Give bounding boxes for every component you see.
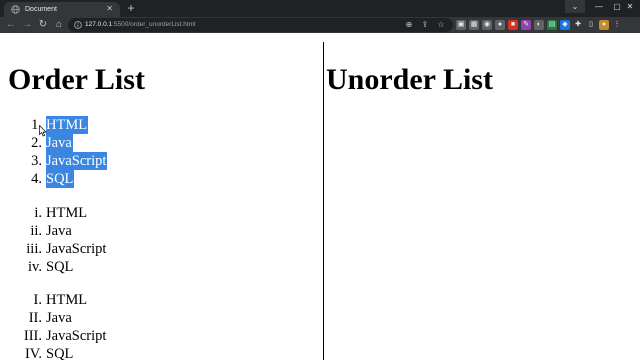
list-text: SQL bbox=[46, 346, 74, 360]
order-list-heading: Order List bbox=[8, 63, 145, 96]
blue-extension-icon[interactable]: ◆ bbox=[560, 20, 570, 30]
dark-extension-icon[interactable]: ◐ bbox=[534, 20, 544, 30]
url-path: :5500/order_unorderList.html bbox=[112, 21, 196, 28]
selected-list-text: SQL bbox=[46, 170, 75, 188]
list-text: JavaScript bbox=[46, 328, 107, 344]
list-text: Java bbox=[46, 310, 72, 326]
ordered-list-decimal: 1. HTML 2. Java 3. JavaScript 4. SQL bbox=[0, 116, 200, 188]
list-item: ii. Java bbox=[0, 222, 200, 240]
tab-search-button[interactable]: ⌄ bbox=[565, 0, 585, 13]
sidepanel-icon[interactable]: ▯ bbox=[586, 20, 596, 30]
url-text[interactable]: 127.0.0.1:5500/order_unorderList.html bbox=[85, 21, 196, 29]
list-marker: 4. bbox=[31, 171, 42, 187]
globe-icon bbox=[11, 5, 20, 14]
list-item: I. HTML bbox=[0, 291, 200, 309]
list-item: 2. Java bbox=[0, 134, 200, 152]
browser-tab-strip: Document ✕ + ⌄ — ▢ ✕ bbox=[0, 0, 640, 17]
share-icon[interactable]: ⇪ bbox=[420, 20, 430, 30]
selected-list-text: HTML bbox=[46, 116, 89, 134]
ordered-list-upper-roman: I. HTML II. Java III. JavaScript IV. SQL bbox=[0, 291, 200, 360]
list-item: 4. SQL bbox=[0, 170, 200, 188]
tab-close-icon[interactable]: ✕ bbox=[106, 4, 113, 14]
new-tab-button[interactable]: + bbox=[124, 1, 138, 15]
grid-extension-icon[interactable]: ▦ bbox=[469, 20, 479, 30]
ordered-list-lower-roman: i. HTML ii. Java iii. JavaScript iv. SQL bbox=[0, 204, 200, 276]
tab-title: Document bbox=[25, 6, 57, 13]
list-item: II. Java bbox=[0, 309, 200, 327]
list-marker: III. bbox=[23, 328, 42, 344]
sheets-extension-icon[interactable]: ▤ bbox=[547, 20, 557, 30]
list-item: 3. JavaScript bbox=[0, 152, 200, 170]
browser-toolbar: ← → ↻ ⌂ 127.0.0.1:5500/order_unorderList… bbox=[0, 17, 640, 33]
list-text: HTML bbox=[46, 205, 88, 221]
list-item: III. JavaScript bbox=[0, 327, 200, 345]
pen-extension-icon[interactable]: ✎ bbox=[521, 20, 531, 30]
circle-extension-icon[interactable]: ◉ bbox=[482, 20, 492, 30]
list-item: iii. JavaScript bbox=[0, 240, 200, 258]
profile-icon[interactable]: ● bbox=[599, 20, 609, 30]
list-marker: IV. bbox=[24, 346, 42, 360]
selected-list-text: JavaScript bbox=[46, 152, 108, 170]
list-item: iv. SQL bbox=[0, 258, 200, 276]
close-window-button[interactable]: ✕ bbox=[620, 0, 640, 13]
list-marker: iv. bbox=[28, 259, 42, 275]
list-marker: II. bbox=[28, 310, 42, 326]
list-text: HTML bbox=[46, 292, 88, 308]
camera-extension-icon[interactable]: ▣ bbox=[456, 20, 466, 30]
selected-list-text: Java bbox=[46, 134, 73, 152]
list-text: JavaScript bbox=[46, 241, 107, 257]
zoom-icon[interactable]: ⊕ bbox=[404, 20, 414, 30]
list-item: IV. SQL bbox=[0, 345, 200, 360]
mouse-cursor-icon bbox=[39, 125, 47, 137]
url-host: 127.0.0.1 bbox=[85, 21, 113, 28]
browser-tab[interactable]: Document ✕ bbox=[4, 2, 120, 17]
list-text: SQL bbox=[46, 259, 74, 275]
home-button[interactable]: ⌂ bbox=[52, 18, 66, 32]
recorder-extension-icon[interactable]: ● bbox=[495, 20, 505, 30]
menu-icon[interactable]: ⋮ bbox=[612, 20, 622, 30]
puzzle-extension-icon[interactable]: ✚ bbox=[573, 20, 583, 30]
list-marker: I. bbox=[33, 292, 42, 308]
list-text: Java bbox=[46, 223, 72, 239]
column-divider bbox=[323, 42, 324, 360]
list-marker: ii. bbox=[30, 223, 42, 239]
red-extension-icon[interactable]: ■ bbox=[508, 20, 518, 30]
list-item: i. HTML bbox=[0, 204, 200, 222]
site-info-icon[interactable] bbox=[74, 21, 82, 29]
reload-button[interactable]: ↻ bbox=[36, 18, 50, 32]
forward-button[interactable]: → bbox=[20, 18, 34, 32]
unorder-list-heading: Unorder List bbox=[326, 63, 493, 96]
list-marker: 3. bbox=[31, 153, 42, 169]
back-button[interactable]: ← bbox=[4, 18, 18, 32]
bookmark-star-icon[interactable]: ☆ bbox=[436, 20, 446, 30]
page-viewport: Order List Unorder List 1. HTML 2. Java 3. Ja… bbox=[0, 33, 640, 360]
address-bar[interactable]: 127.0.0.1:5500/order_unorderList.html ⊕ … bbox=[68, 18, 453, 32]
list-marker: i. bbox=[34, 205, 42, 221]
list-marker: iii. bbox=[26, 241, 42, 257]
list-item: 1. HTML bbox=[0, 116, 200, 134]
